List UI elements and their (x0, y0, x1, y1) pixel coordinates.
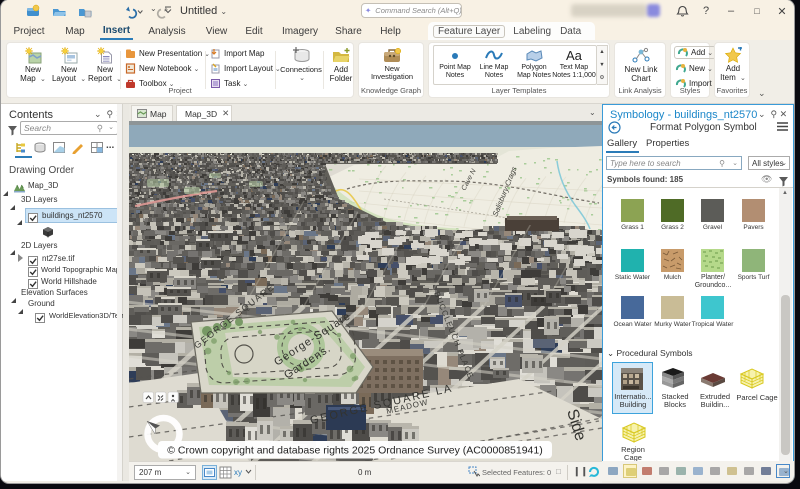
svg-text:Aa: Aa (566, 48, 583, 62)
